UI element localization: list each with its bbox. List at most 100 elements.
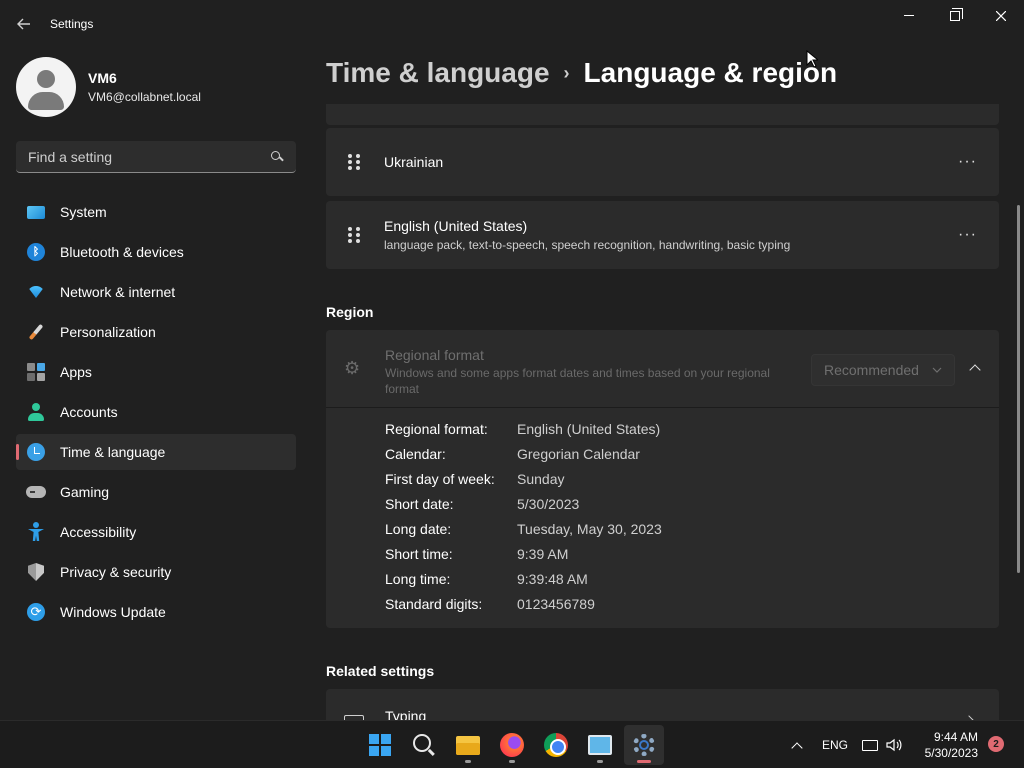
- app-title: Settings: [50, 17, 94, 31]
- mouse-cursor-icon: [806, 50, 818, 68]
- regional-format-icon: ⚙: [344, 358, 361, 378]
- update-icon: ⟳: [26, 602, 46, 622]
- sidebar-item-label: Accessibility: [60, 524, 137, 540]
- taskbar-search-button[interactable]: [404, 725, 444, 765]
- sidebar-item-gaming[interactable]: Gaming: [16, 474, 296, 510]
- avatar: [16, 57, 76, 117]
- wifi-icon: [26, 282, 46, 302]
- format-value: Tuesday, May 30, 2023: [517, 521, 662, 537]
- notification-badge[interactable]: 2: [988, 736, 1004, 752]
- collapse-button[interactable]: [962, 352, 988, 384]
- taskbar-file-explorer[interactable]: [448, 725, 488, 765]
- file-explorer-icon: [456, 735, 480, 755]
- regional-format-title: Regional format: [385, 347, 484, 363]
- network-icon: [862, 739, 878, 751]
- sidebar-item-label: Windows Update: [60, 604, 166, 620]
- search-icon[interactable]: [270, 150, 284, 164]
- format-value: English (United States): [517, 421, 661, 437]
- typing-link[interactable]: Typing: [326, 689, 999, 720]
- format-label: Long date:: [385, 521, 452, 537]
- search-icon: [413, 734, 431, 752]
- drag-handle-icon[interactable]: [348, 154, 360, 170]
- format-value: 0123456789: [517, 596, 595, 612]
- sidebar-item-label: Accounts: [60, 404, 118, 420]
- taskbar-remote-desktop[interactable]: [580, 725, 620, 765]
- format-row: Short time: 9:39 AM: [385, 546, 568, 562]
- dropdown-value: Recommended: [824, 362, 919, 378]
- show-hidden-icons-button[interactable]: [786, 721, 808, 768]
- gaming-icon: [26, 482, 46, 502]
- format-label: Short date:: [385, 496, 454, 512]
- taskbar-settings[interactable]: [624, 725, 664, 765]
- format-label: Long time:: [385, 571, 451, 587]
- sidebar-item-accessibility[interactable]: Accessibility: [16, 514, 296, 550]
- more-options-button[interactable]: ···: [958, 153, 977, 171]
- sidebar-item-system[interactable]: System: [16, 194, 296, 230]
- back-arrow-icon: [17, 18, 30, 30]
- sidebar-item-label: Bluetooth & devices: [60, 244, 184, 260]
- close-button[interactable]: [978, 0, 1024, 32]
- bluetooth-icon: ᛒ: [26, 242, 46, 262]
- format-label: Calendar:: [385, 446, 446, 462]
- format-row: Calendar: Gregorian Calendar: [385, 446, 640, 462]
- title-bar: Settings: [0, 0, 1024, 48]
- sidebar-item-privacy[interactable]: Privacy & security: [16, 554, 296, 590]
- format-label: Short time:: [385, 546, 453, 562]
- apps-icon: [26, 362, 46, 382]
- breadcrumb-parent[interactable]: Time & language: [326, 57, 550, 89]
- sidebar-item-bluetooth[interactable]: ᛒ Bluetooth & devices: [16, 234, 296, 270]
- format-value: Sunday: [517, 471, 565, 487]
- regional-format-dropdown[interactable]: Recommended: [811, 354, 955, 386]
- related-settings-title: Related settings: [326, 663, 435, 679]
- accessibility-icon: [26, 522, 46, 542]
- chevron-up-icon: [791, 741, 803, 754]
- time-language-icon: [26, 442, 46, 462]
- restore-button[interactable]: [932, 0, 978, 32]
- regional-format-header[interactable]: ⚙ Regional format Windows and some apps …: [326, 330, 999, 408]
- system-icon: [26, 202, 46, 222]
- input-language-indicator[interactable]: ENG: [822, 721, 848, 768]
- clock[interactable]: 9:44 AM 5/30/2023: [918, 721, 978, 768]
- back-button[interactable]: [8, 8, 40, 40]
- minimize-button[interactable]: [886, 0, 932, 32]
- settings-search[interactable]: [16, 141, 296, 173]
- close-icon: [996, 11, 1006, 21]
- brush-icon: [26, 322, 46, 342]
- sidebar-item-personalization[interactable]: Personalization: [16, 314, 296, 350]
- clock-time: 9:44 AM: [933, 730, 978, 744]
- sidebar-item-label: Network & internet: [60, 284, 176, 300]
- user-profile[interactable]: VM6 VM6@collabnet.local: [16, 57, 201, 117]
- regional-format-description: Windows and some apps format dates and t…: [385, 366, 770, 396]
- clock-date: 5/30/2023: [924, 746, 978, 760]
- format-label: Regional format:: [385, 421, 488, 437]
- language-card-english[interactable]: English (United States) language pack, t…: [326, 201, 999, 269]
- restore-icon: [950, 8, 963, 21]
- language-card-ukrainian[interactable]: Ukrainian ···: [326, 128, 999, 196]
- chrome-icon: [544, 733, 568, 757]
- more-options-button[interactable]: ···: [958, 226, 977, 244]
- drag-handle-icon[interactable]: [348, 227, 360, 243]
- format-value: 5/30/2023: [517, 496, 580, 512]
- shield-icon: [26, 562, 46, 582]
- format-row: Regional format: English (United States): [385, 421, 660, 437]
- language-features: language pack, text-to-speech, speech re…: [384, 238, 791, 252]
- taskbar-firefox[interactable]: [492, 725, 532, 765]
- taskbar-chrome[interactable]: [536, 725, 576, 765]
- chevron-up-icon: [969, 364, 981, 376]
- start-icon: [369, 734, 391, 756]
- language-name: English (United States): [384, 218, 528, 234]
- accounts-icon: [26, 402, 46, 422]
- volume-icon: [886, 738, 902, 752]
- taskbar: ENG 9:44 AM 5/30/2023: [0, 720, 1024, 768]
- network-status-button[interactable]: [862, 721, 882, 768]
- region-section-title: Region: [326, 304, 374, 320]
- sidebar-item-accounts[interactable]: Accounts: [16, 394, 296, 430]
- sidebar-item-windows-update[interactable]: ⟳ Windows Update: [16, 594, 296, 630]
- volume-button[interactable]: [886, 721, 906, 768]
- search-input[interactable]: [28, 148, 270, 165]
- start-button[interactable]: [360, 725, 400, 765]
- sidebar-item-network[interactable]: Network & internet: [16, 274, 296, 310]
- content-scrollbar[interactable]: [1017, 205, 1020, 573]
- sidebar-item-apps[interactable]: Apps: [16, 354, 296, 390]
- sidebar-item-time-language[interactable]: Time & language: [16, 434, 296, 470]
